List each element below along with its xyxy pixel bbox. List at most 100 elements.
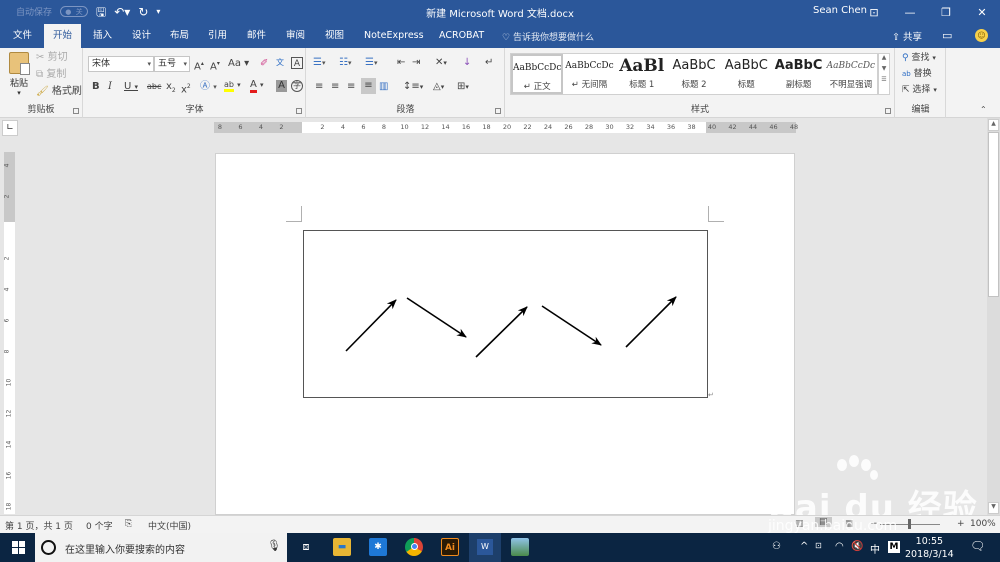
tab-file[interactable]: 文件: [4, 24, 41, 48]
network-icon[interactable]: ⊡: [815, 541, 822, 550]
cut-button[interactable]: ✂ 剪切: [36, 52, 68, 64]
style-heading-1[interactable]: AaBl 标题 1: [616, 54, 668, 94]
cortana-icon[interactable]: [41, 540, 56, 555]
ime-indicator[interactable]: 中: [870, 541, 880, 556]
tab-design[interactable]: 设计: [123, 24, 160, 48]
wifi-icon[interactable]: ◠: [835, 541, 844, 552]
scroll-down-button[interactable]: ▼: [988, 502, 999, 514]
tab-references[interactable]: 引用: [199, 24, 236, 48]
tell-me-search[interactable]: ♡ 告诉我你想要做什么: [502, 30, 594, 43]
show-hidden-icons[interactable]: ^: [800, 541, 808, 552]
zoom-slider-thumb[interactable]: [908, 519, 911, 529]
proofing-icon[interactable]: ⎘: [125, 519, 132, 529]
paste-button[interactable]: 粘贴 ▾: [6, 52, 32, 97]
align-center-icon[interactable]: ≡: [331, 81, 339, 93]
justify-icon[interactable]: ≡: [361, 78, 376, 94]
word-count[interactable]: 0 个字: [86, 519, 113, 532]
minimize-button[interactable]: —: [892, 0, 928, 24]
tab-noteexpress[interactable]: NoteExpress: [355, 24, 433, 48]
decrease-indent-icon[interactable]: ⇤: [397, 57, 405, 69]
strikethrough-button[interactable]: abc: [147, 81, 161, 93]
grow-font-icon[interactable]: A▴: [194, 58, 204, 73]
collapse-ribbon-icon[interactable]: ⌃: [980, 104, 987, 116]
line-spacing-icon[interactable]: ↕≡▾: [403, 81, 423, 93]
arrow-3-up-right[interactable]: [475, 306, 528, 358]
sort-icon[interactable]: ↓: [463, 57, 471, 69]
bullets-icon[interactable]: ☰▾: [313, 57, 325, 69]
close-button[interactable]: ✕: [964, 0, 1000, 24]
text-effects-icon[interactable]: Ⓐ ▾: [200, 81, 217, 93]
style-normal[interactable]: AaBbCcDc ↵ 正文: [511, 54, 564, 94]
chrome-icon[interactable]: [405, 538, 423, 556]
zoom-level[interactable]: 100%: [970, 519, 996, 529]
tab-mailings[interactable]: 邮件: [238, 24, 275, 48]
align-right-icon[interactable]: ≡: [347, 81, 355, 93]
subscript-button[interactable]: x2: [166, 81, 176, 97]
superscript-button[interactable]: x2: [181, 81, 191, 96]
share-button[interactable]: ⇪ 共享: [892, 29, 922, 43]
shrink-font-icon[interactable]: A▾: [210, 58, 220, 73]
restore-button[interactable]: ❐: [928, 0, 964, 24]
tab-home[interactable]: 开始: [44, 24, 82, 48]
highlight-button[interactable]: ab ▾: [224, 79, 241, 92]
enclose-characters-icon[interactable]: 字: [291, 80, 303, 92]
font-name-select[interactable]: 宋体 ▾: [88, 56, 154, 72]
scroll-up-button[interactable]: ▲: [988, 119, 999, 131]
character-shading-icon[interactable]: A: [276, 80, 287, 92]
illustrator-icon[interactable]: Ai: [441, 538, 459, 556]
tab-selector[interactable]: ∟: [2, 120, 18, 136]
find-button[interactable]: ⚲ 查找 ▾: [902, 52, 936, 64]
more-styles-icon[interactable]: ☰: [879, 76, 889, 83]
show-marks-icon[interactable]: ↵: [485, 57, 493, 69]
arrow-5-up-right[interactable]: [625, 296, 677, 348]
styles-launcher[interactable]: [885, 108, 891, 114]
font-size-select[interactable]: 五号 ▾: [154, 56, 190, 72]
photos-icon[interactable]: [511, 538, 529, 556]
action-center-icon[interactable]: 🗨: [970, 539, 985, 553]
italic-button[interactable]: I: [108, 81, 112, 93]
align-left-icon[interactable]: ≡: [315, 81, 323, 93]
language-indicator[interactable]: 中文(中国): [148, 519, 191, 532]
arrow-4-down-right[interactable]: [541, 305, 602, 346]
scroll-up-icon[interactable]: ▲: [879, 54, 889, 61]
clipboard-launcher[interactable]: [73, 108, 79, 114]
microphone-icon[interactable]: 🎙: [267, 539, 281, 552]
document-page[interactable]: ↵: [215, 153, 795, 515]
pinned-app-star-icon[interactable]: ✱: [369, 538, 387, 556]
scroll-thumb[interactable]: [988, 132, 999, 297]
change-case-button[interactable]: Aa ▾: [228, 58, 249, 70]
style-subtle-emphasis[interactable]: AaBbCcDc 不明显强调: [825, 54, 877, 94]
text-box[interactable]: [303, 230, 708, 398]
file-explorer-icon[interactable]: ▬: [333, 538, 351, 556]
style-heading-2[interactable]: AaBbC 标题 2: [668, 54, 720, 94]
horizontal-ruler[interactable]: 8 6 4 2 2 4 6 8 10 12 14 16 18 20 22 24 26 28 30 32 34 36 38 40…: [214, 122, 798, 133]
word-taskbar-button[interactable]: W: [469, 533, 501, 562]
style-no-spacing[interactable]: AaBbCcDc ↵ 无间隔: [563, 54, 615, 94]
phonetic-guide-icon[interactable]: 文: [276, 57, 284, 69]
feedback-smiley-icon[interactable]: ☺: [975, 29, 988, 42]
scroll-down-icon[interactable]: ▼: [879, 65, 889, 72]
page-count[interactable]: 第 1 页，共 1 页: [5, 519, 73, 532]
clear-formatting-icon[interactable]: ✐: [260, 58, 268, 70]
font-launcher[interactable]: [296, 108, 302, 114]
tab-insert[interactable]: 插入: [84, 24, 121, 48]
chinese-layout-icon[interactable]: ✕▾: [435, 57, 447, 69]
tab-review[interactable]: 审阅: [277, 24, 314, 48]
tab-view[interactable]: 视图: [316, 24, 353, 48]
borders-icon[interactable]: ⊞▾: [457, 81, 469, 93]
tab-layout[interactable]: 布局: [161, 24, 198, 48]
copy-button[interactable]: ⧉ 复制: [36, 69, 66, 81]
arrow-2-down-right[interactable]: [406, 297, 467, 338]
character-border-icon[interactable]: A: [291, 57, 303, 69]
replace-button[interactable]: ab 替换: [902, 68, 932, 80]
tab-acrobat[interactable]: ACROBAT: [430, 24, 493, 48]
system-clock[interactable]: 10:55 2018/3/14: [905, 535, 954, 561]
style-subtitle[interactable]: AaBbC 副标题: [772, 54, 824, 94]
select-button[interactable]: ⇱ 选择 ▾: [902, 84, 937, 96]
increase-indent-icon[interactable]: ⇥: [412, 57, 420, 69]
task-view-icon[interactable]: ⧈: [297, 538, 315, 556]
arrow-1-up-right[interactable]: [345, 299, 397, 352]
comment-icon[interactable]: ▭: [942, 29, 952, 42]
taskbar-search-box[interactable]: 在这里输入你要搜索的内容 🎙: [35, 533, 287, 562]
underline-button[interactable]: U ▾: [124, 81, 138, 93]
